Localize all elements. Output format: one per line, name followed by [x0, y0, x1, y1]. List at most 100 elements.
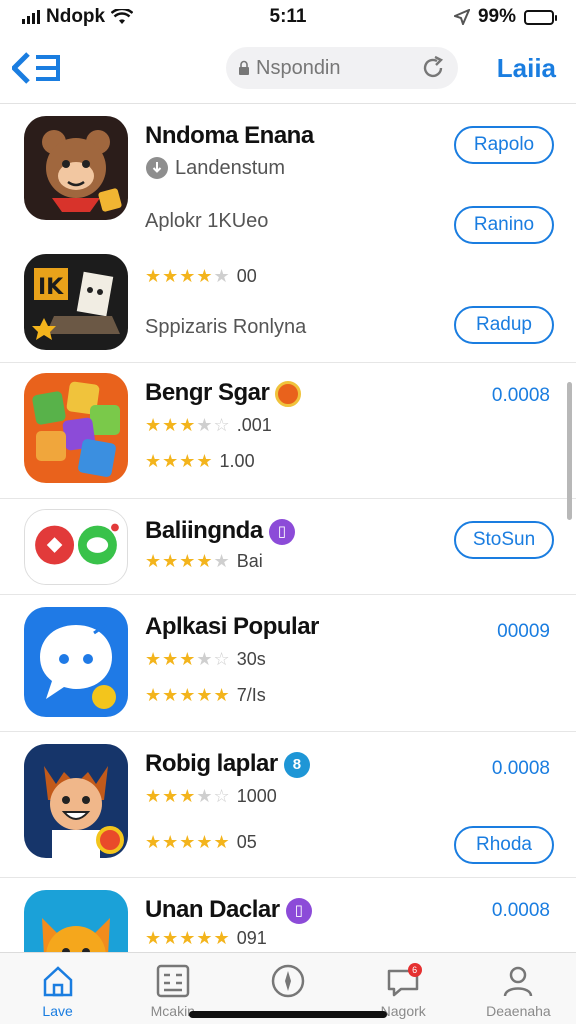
wifi-icon	[111, 9, 134, 24]
tab-label: Mcakin	[150, 1003, 195, 1019]
app-row[interactable]: IK ★★★★★ 00 Sppizaris Ronlyna Radup	[0, 244, 576, 362]
lock-icon	[239, 60, 249, 75]
app-rating: ★★★★☆ 1000	[145, 786, 277, 807]
app-row[interactable]: Bengr Sgar ★★★★☆ .001 ★★★★ 1.00 0.0008	[0, 363, 576, 498]
app-title: Baliingnda ▯	[145, 517, 295, 545]
app-icon-messages[interactable]	[24, 509, 128, 585]
title-text: Baliingnda	[145, 517, 263, 544]
app-rating: ★★★★★ 05	[145, 832, 257, 853]
app-title: Bengr Sgar	[145, 379, 302, 407]
app-icon-chat[interactable]	[24, 607, 128, 717]
svg-text:IK: IK	[38, 275, 64, 300]
status-left: Ndopk	[22, 6, 454, 28]
rating-count: 00	[236, 266, 257, 286]
app-icon-fox[interactable]	[24, 890, 128, 952]
carrier-name: Ndopk	[46, 6, 106, 27]
location-icon	[453, 9, 470, 25]
app-rating: ★★★★☆ 30s	[145, 649, 266, 670]
back-button[interactable]	[12, 48, 72, 88]
rating-stars: ★★★★★	[145, 685, 231, 705]
app-icon-blocks[interactable]	[24, 373, 128, 483]
app-icon-warrior[interactable]	[24, 744, 128, 858]
rating-count: .001	[236, 415, 272, 435]
scrollbar[interactable]	[567, 382, 572, 520]
rating-count: 05	[236, 832, 257, 852]
rating-count: Bai	[236, 551, 263, 571]
status-right: 99%	[453, 6, 557, 28]
rating-stars: ★★★★★	[145, 928, 231, 948]
app-price[interactable]: 0.0008	[492, 758, 550, 780]
app-icon-laptop[interactable]: IK	[24, 254, 128, 350]
get-button[interactable]: Rapolo	[454, 126, 554, 164]
grid-icon	[156, 964, 190, 998]
title-text: Unan Daclar	[145, 896, 280, 923]
tab-label: Nagork	[380, 1003, 426, 1019]
tab-label: Deaenaha	[486, 1003, 551, 1019]
address-bar[interactable]: Nspondin	[226, 47, 458, 89]
notification-badge: 6	[407, 963, 422, 977]
address-text: Nspondin	[256, 56, 341, 79]
app-subtitle: Sppizaris Ronlyna	[145, 316, 306, 339]
rating-stars: ★★★★☆	[145, 786, 231, 806]
nav-right-button[interactable]: Laiia	[497, 53, 556, 84]
app-price[interactable]: 0.0008	[492, 385, 550, 407]
tab-home[interactable]: Lave	[0, 953, 115, 1024]
get-button[interactable]: StoSun	[454, 521, 554, 559]
status-bar: Ndopk 5:11 99%	[0, 0, 576, 34]
app-rating: ★★★★☆ .001	[145, 415, 272, 436]
get-button[interactable]: Rhoda	[454, 826, 554, 864]
app-row[interactable]: Unan Daclar ▯ ★★★★★ 091 0.0008	[0, 878, 576, 952]
trash-badge-icon: ▯	[268, 518, 295, 545]
rating-count: 30s	[236, 649, 266, 669]
battery-percent: 99%	[477, 6, 516, 27]
app-row[interactable]: Baliingnda ▯ ★★★★★ Bai StoSun	[0, 499, 576, 594]
rating-stars: ★★★★★	[145, 832, 231, 852]
person-icon	[504, 966, 533, 997]
info-icon	[146, 157, 168, 179]
rating-stars: ★★★★★	[145, 266, 231, 286]
rating-count: 1.00	[219, 451, 255, 471]
tab-profile[interactable]: Deaenaha	[461, 953, 576, 1024]
app-row[interactable]: Aplkasi Popular ★★★★☆ 30s ★★★★★ 7/Is 00009	[0, 595, 576, 731]
app-rating: ★★★★★ 7/Is	[145, 685, 266, 706]
app-category: Aplokr 1KUeo	[145, 210, 268, 233]
reload-icon[interactable]	[420, 55, 446, 81]
get-button[interactable]: Ranino	[454, 206, 554, 244]
app-price[interactable]: 0.0008	[492, 900, 550, 922]
app-icon-bear[interactable]	[24, 116, 128, 220]
purple-badge-icon: ▯	[285, 897, 312, 924]
app-title: Nndoma Enana	[145, 122, 314, 149]
app-list[interactable]: Nndoma Enana Landenstum Aplokr 1KUeo Rap…	[0, 104, 576, 952]
compass-icon	[271, 964, 305, 998]
app-row[interactable]: Robig laplar 8 ★★★★☆ 1000 ★★★★★ 05 0.0008 R…	[0, 732, 576, 877]
app-title: Aplkasi Popular	[145, 613, 319, 640]
rating-stars: ★★★★	[145, 451, 214, 471]
rating-count: 091	[236, 928, 267, 948]
home-indicator[interactable]	[189, 1011, 387, 1018]
app-row[interactable]: Nndoma Enana Landenstum Aplokr 1KUeo Rap…	[0, 104, 576, 244]
app-rating: ★★★★ 1.00	[145, 451, 255, 472]
tab-bar: Lave Mcakin 6 Nagork Deaenaha	[0, 952, 576, 1024]
tab-label: Lave	[42, 1003, 73, 1019]
app-title: Unan Daclar ▯	[145, 896, 312, 924]
get-button[interactable]: Radup	[454, 306, 554, 344]
rating-stars: ★★★★☆	[145, 649, 231, 669]
title-text: Bengr Sgar	[145, 379, 270, 406]
rating-stars: ★★★★★	[145, 551, 231, 571]
teal-badge-icon: 8	[283, 751, 310, 778]
developer-name: Landenstum	[175, 156, 286, 179]
subtitle-text: Sppizaris Ronlyna	[145, 316, 307, 338]
signal-icon	[22, 10, 40, 24]
rating-count: 7/Is	[236, 685, 266, 705]
rating-count: 1000	[236, 786, 277, 806]
battery-icon	[524, 9, 557, 25]
nav-bar: Nspondin Laiia	[0, 38, 576, 98]
app-developer: Landenstum	[145, 156, 285, 180]
app-title: Robig laplar 8	[145, 750, 310, 778]
category-text: Aplokr 1KUeo	[145, 210, 269, 232]
rating-stars: ★★★★☆	[145, 415, 231, 435]
chrome-badge-icon	[275, 380, 302, 407]
app-rating: ★★★★★ 091	[145, 928, 267, 949]
app-price[interactable]: 00009	[497, 621, 550, 643]
app-rating: ★★★★★ 00	[145, 266, 257, 287]
